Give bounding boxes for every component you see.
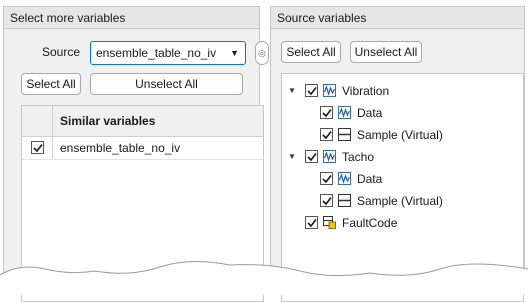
check-icon	[322, 131, 332, 140]
tree-checkbox[interactable]	[320, 106, 333, 119]
check-icon	[322, 197, 332, 206]
table-header: Similar variables	[22, 106, 263, 137]
check-icon	[307, 87, 317, 96]
tree-node-label: Data	[357, 172, 383, 186]
expand-arrow-icon[interactable]: ▼	[288, 80, 296, 102]
browse-button[interactable]: ◎	[255, 41, 269, 65]
unselect-all-button[interactable]: Unselect All	[90, 73, 243, 95]
tree-checkbox[interactable]	[320, 194, 333, 207]
source-variables-panel: Source variables Select All Unselect All…	[270, 6, 525, 302]
select-all-button[interactable]: Select All	[21, 73, 81, 95]
tree-node-vibration[interactable]: ▼ Vibration	[288, 80, 518, 102]
select-all-button[interactable]: Select All	[281, 41, 341, 63]
table-icon	[338, 128, 351, 141]
panel-title: Source variables	[271, 7, 524, 29]
tree-node-label: Sample (Virtual)	[357, 128, 443, 142]
fault-code-icon	[323, 216, 336, 229]
select-column-header	[22, 106, 53, 136]
tree-node-label: Vibration	[342, 84, 390, 98]
tree-node-tacho-data[interactable]: Data	[288, 168, 518, 190]
select-more-variables-panel: Select more variables Source ensemble_ta…	[3, 6, 269, 302]
signal-icon	[338, 106, 351, 119]
expand-arrow-icon[interactable]: ▼	[288, 146, 296, 168]
check-icon	[307, 219, 317, 228]
tree-node-tacho-sample[interactable]: Sample (Virtual)	[288, 190, 518, 212]
tree-node-vibration-sample[interactable]: Sample (Virtual)	[288, 124, 518, 146]
tree-node-faultcode[interactable]: FaultCode	[288, 212, 518, 234]
tree-checkbox[interactable]	[305, 216, 318, 229]
tree-node-vibration-data[interactable]: Data	[288, 102, 518, 124]
check-icon	[33, 144, 43, 153]
row-select-cell	[22, 137, 53, 159]
tree-node-label: Tacho	[342, 150, 375, 164]
column-header-similar-variables: Similar variables	[60, 114, 156, 128]
tree-node-label: Sample (Virtual)	[357, 194, 443, 208]
row-variable-name: ensemble_table_no_iv	[60, 141, 181, 155]
tree-node-tacho[interactable]: ▼ Tacho	[288, 146, 518, 168]
panel-title: Select more variables	[4, 7, 259, 29]
tree-checkbox[interactable]	[320, 128, 333, 141]
source-dropdown[interactable]: ensemble_table_no_iv ▼	[90, 41, 246, 65]
signal-icon	[323, 84, 336, 97]
check-icon	[322, 175, 332, 184]
check-icon	[322, 109, 332, 118]
source-value: ensemble_table_no_iv	[96, 46, 217, 60]
signal-icon	[338, 172, 351, 185]
tree-checkbox[interactable]	[320, 172, 333, 185]
torn-edge	[0, 260, 528, 295]
tree-node-label: FaultCode	[342, 216, 398, 230]
signal-icon	[323, 150, 336, 163]
check-icon	[307, 153, 317, 162]
source-label: Source	[42, 45, 81, 59]
table-row[interactable]: ensemble_table_no_iv	[22, 137, 263, 160]
row-checkbox[interactable]	[31, 141, 44, 154]
unselect-all-button[interactable]: Unselect All	[350, 41, 422, 63]
table-icon	[338, 194, 351, 207]
dropdown-arrow-icon: ▼	[230, 48, 239, 58]
tree-checkbox[interactable]	[305, 84, 318, 97]
tree-node-label: Data	[357, 106, 383, 120]
tree-checkbox[interactable]	[305, 150, 318, 163]
